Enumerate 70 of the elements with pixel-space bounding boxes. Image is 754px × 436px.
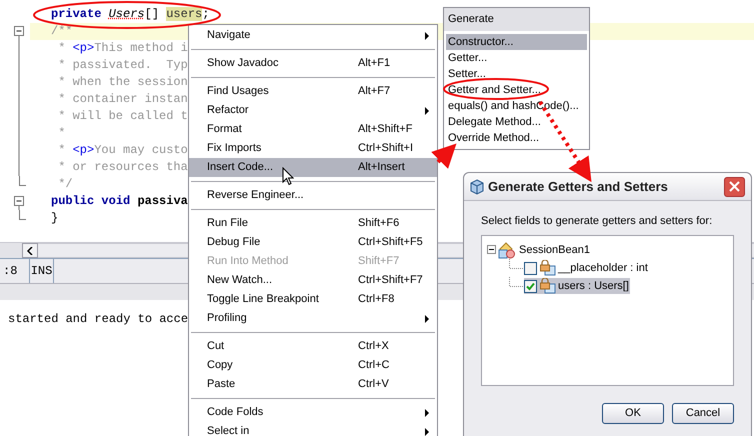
menu-item[interactable]: Profiling [189, 309, 437, 328]
submenu-arrow-icon [425, 428, 429, 436]
code-line: * [57, 125, 66, 142]
generate-option[interactable]: Setter... [446, 66, 587, 82]
menu-item[interactable]: Find Usages Alt+F7 [189, 82, 437, 101]
cube-icon [470, 178, 484, 194]
menu-item[interactable]: Fix Imports Ctrl+Shift+I [189, 139, 437, 158]
bean-icon [498, 242, 516, 258]
collapse-icon[interactable] [487, 245, 497, 255]
code-line: private Users[] users; [51, 6, 210, 23]
field-row[interactable]: users : Users[] [524, 278, 630, 294]
menu-item[interactable]: Reverse Engineer... [189, 186, 437, 205]
menu-item[interactable]: Show Javadoc Alt+F1 [189, 54, 437, 73]
menu-item[interactable]: Copy Ctrl+C [189, 356, 437, 375]
mouse-pointer-icon [282, 167, 294, 186]
tree-connector [509, 259, 524, 269]
checkbox[interactable] [524, 280, 537, 292]
generate-option[interactable]: Delegate Method... [446, 114, 587, 130]
dialog-prompt: Select fields to generate getters and setters for: [481, 214, 714, 229]
generate-option[interactable]: equals() and hashCode()... [446, 98, 587, 114]
menu-item[interactable]: Run File Shift+F6 [189, 214, 437, 233]
fold-icon[interactable] [14, 23, 25, 40]
submenu-arrow-icon [425, 32, 429, 40]
close-icon [729, 181, 740, 192]
code-line: * passivated. Typ [57, 57, 188, 74]
code-line: } [51, 210, 58, 227]
menu-item[interactable]: Toggle Line Breakpoint Ctrl+F8 [189, 290, 437, 309]
code-line: * or resources tha [57, 159, 188, 176]
generate-option[interactable]: Getter... [446, 50, 587, 66]
dialog-button[interactable]: OK [602, 403, 664, 424]
dialog-button[interactable]: Cancel [672, 403, 734, 424]
dotted-arrow [431, 144, 456, 169]
code-line: */ [57, 176, 73, 193]
fold-icon[interactable] [14, 193, 25, 210]
menu-item[interactable]: Refactor [189, 101, 437, 120]
submenu-arrow-icon [425, 408, 429, 416]
code-line: * container instan [57, 91, 188, 108]
menu-item[interactable]: Code Folds [189, 403, 437, 422]
menu-item[interactable]: Insert Code... Alt+Insert [189, 158, 437, 177]
submenu-arrow-icon [425, 314, 429, 322]
field-tree[interactable]: SessionBean1 __placeholder : int users : Users[] [481, 235, 734, 386]
output-text: started and ready to acce [8, 312, 188, 326]
menu-item[interactable]: Select in [189, 422, 437, 436]
menu-item[interactable]: Cut Ctrl+X [189, 337, 437, 356]
submenu-arrow-icon [425, 106, 429, 114]
locked-field-icon [539, 278, 556, 294]
code-line: * <p>This method i [57, 40, 188, 57]
code-line: public void passiva [51, 193, 188, 210]
scroll-left-button[interactable] [22, 243, 38, 258]
menu-item[interactable]: Navigate [189, 26, 437, 45]
fold-end-icon [18, 176, 26, 186]
menu-item[interactable]: Debug File Ctrl+Shift+F5 [189, 233, 437, 252]
tree-connector [509, 277, 524, 287]
locked-field-icon [539, 260, 556, 276]
code-line: * when the session [57, 74, 188, 91]
code-line: * will be called t [57, 108, 188, 125]
code-line: * <p>You may custo [57, 142, 188, 159]
menu-item[interactable]: Format Alt+Shift+F [189, 120, 437, 139]
menu-item[interactable]: New Watch... Ctrl+Shift+F7 [189, 271, 437, 290]
popup-title: Generate [444, 8, 589, 31]
dialog-title: Generate Getters and Setters [488, 178, 669, 196]
fold-end-icon [18, 210, 26, 220]
field-row[interactable]: __placeholder : int [524, 260, 649, 276]
tree-node[interactable]: SessionBean1 [519, 242, 590, 258]
close-button[interactable] [724, 176, 745, 196]
generate-option[interactable]: Override Method... [446, 130, 587, 146]
generate-option[interactable]: Getter and Setter... [446, 82, 587, 98]
menu-item[interactable]: Paste Ctrl+V [189, 375, 437, 394]
checkbox[interactable] [524, 262, 537, 274]
generate-option[interactable]: Constructor... [446, 34, 587, 50]
